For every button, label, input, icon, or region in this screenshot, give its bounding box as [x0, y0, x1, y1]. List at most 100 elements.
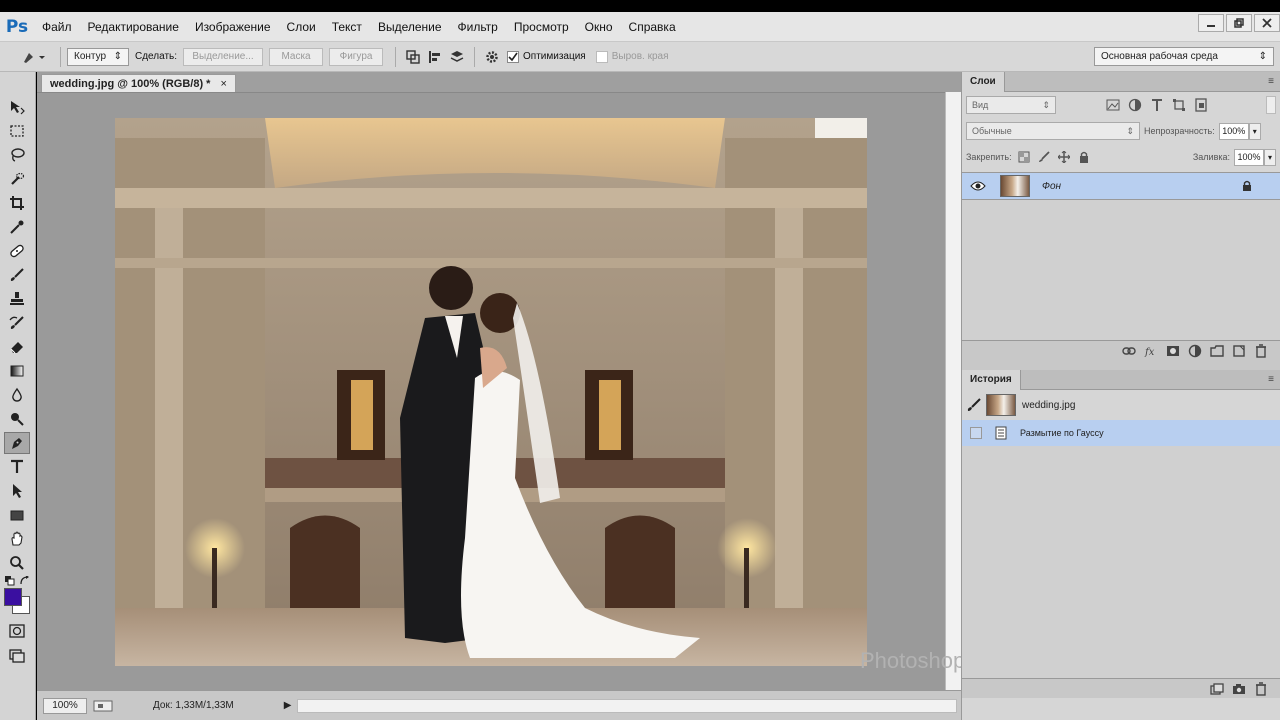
document-title: wedding.jpg @ 100% (RGB/8) *: [50, 77, 211, 90]
make-mask-button[interactable]: Маска: [269, 47, 324, 66]
delete-state-button[interactable]: [1250, 680, 1272, 698]
menu-layer[interactable]: Слои: [279, 12, 324, 42]
history-step-checkbox[interactable]: [970, 427, 982, 439]
type-tool[interactable]: [4, 456, 30, 478]
menu-help[interactable]: Справка: [621, 12, 684, 42]
menu-select[interactable]: Выделение: [370, 12, 450, 42]
align-edges-checkbox[interactable]: [595, 50, 608, 63]
menu-view[interactable]: Просмотр: [506, 12, 577, 42]
marquee-tool[interactable]: [4, 120, 30, 142]
close-document-icon[interactable]: ×: [220, 78, 226, 90]
path-arrangement-button[interactable]: [446, 46, 468, 68]
layer-style-button[interactable]: fx: [1140, 342, 1162, 360]
geometry-options-button[interactable]: [481, 46, 503, 68]
restore-button[interactable]: [1226, 14, 1252, 32]
checkmark-icon: [508, 52, 518, 61]
adjustment-layer-button[interactable]: [1184, 342, 1206, 360]
menu-window[interactable]: Окно: [577, 12, 621, 42]
type-filter-icon[interactable]: [1150, 98, 1164, 112]
workspace-select[interactable]: Основная рабочая среда ⇕: [1094, 47, 1274, 66]
smart-object-filter-icon[interactable]: [1194, 98, 1208, 112]
lasso-tool[interactable]: [4, 144, 30, 166]
healing-brush-tool[interactable]: [4, 240, 30, 262]
layer-row[interactable]: Фон: [962, 172, 1280, 200]
eye-icon[interactable]: [970, 180, 986, 192]
blur-tool[interactable]: [4, 384, 30, 406]
make-selection-button[interactable]: Выделение...: [183, 47, 264, 66]
menu-type[interactable]: Текст: [324, 12, 370, 42]
tab-layers[interactable]: Слои: [962, 71, 1005, 92]
tab-history[interactable]: История: [962, 369, 1021, 390]
panel-gap: [962, 360, 1280, 370]
default-colors-icon[interactable]: [5, 576, 15, 586]
opacity-dropdown[interactable]: ▾: [1248, 122, 1261, 140]
history-step[interactable]: Размытие по Гауссу: [962, 420, 1280, 446]
path-operations-button[interactable]: [402, 46, 424, 68]
horizontal-scrollbar[interactable]: [297, 698, 957, 713]
screen-mode-button[interactable]: [4, 644, 30, 666]
lock-position-icon[interactable]: [1057, 151, 1070, 163]
status-menu-arrow-icon[interactable]: ▶: [284, 700, 292, 711]
foreground-color-swatch[interactable]: [4, 588, 22, 606]
layer-filter-select[interactable]: Вид ⇕: [966, 96, 1056, 114]
dodge-tool[interactable]: [4, 408, 30, 430]
select-arrows-icon: ⇕: [113, 51, 122, 62]
opacity-field[interactable]: 100%: [1218, 122, 1249, 140]
move-tool[interactable]: [4, 96, 30, 118]
layer-name[interactable]: Фон: [1042, 181, 1061, 192]
close-button[interactable]: [1254, 14, 1280, 32]
history-brush-tool[interactable]: [4, 312, 30, 334]
canvas[interactable]: [37, 92, 945, 690]
pen-tool[interactable]: [4, 432, 30, 454]
optimize-checkbox[interactable]: [507, 50, 520, 63]
quick-mask-button[interactable]: [4, 620, 30, 642]
vertical-scrollbar[interactable]: [945, 92, 961, 690]
path-selection-tool[interactable]: [4, 480, 30, 502]
panel-menu-icon[interactable]: ≡: [1268, 76, 1274, 87]
adjustment-filter-icon[interactable]: [1128, 98, 1142, 112]
path-alignment-button[interactable]: [424, 46, 446, 68]
tool-preset-picker[interactable]: [14, 45, 54, 69]
new-group-button[interactable]: [1206, 342, 1228, 360]
menu-edit[interactable]: Редактирование: [80, 12, 187, 42]
lock-transparency-icon[interactable]: [1018, 151, 1030, 163]
menu-filter[interactable]: Фильтр: [450, 12, 506, 42]
swap-colors-icon[interactable]: [20, 576, 30, 586]
shape-filter-icon[interactable]: [1172, 98, 1186, 112]
blend-mode-select[interactable]: Обычные ⇕: [966, 122, 1140, 140]
minimize-button[interactable]: [1198, 14, 1224, 32]
brush-tool[interactable]: [4, 264, 30, 286]
quick-selection-tool[interactable]: [4, 168, 30, 190]
gradient-tool[interactable]: [4, 360, 30, 382]
clone-stamp-tool[interactable]: [4, 288, 30, 310]
panel-menu-icon[interactable]: ≡: [1268, 374, 1274, 385]
lock-pixels-icon[interactable]: [1038, 151, 1050, 163]
separator: [395, 46, 397, 67]
new-snapshot-button[interactable]: [1228, 680, 1250, 698]
make-shape-button[interactable]: Фигура: [329, 47, 384, 66]
eraser-tool[interactable]: [4, 336, 30, 358]
fill-field[interactable]: 100%: [1234, 148, 1264, 166]
image-filter-icon[interactable]: [1106, 98, 1120, 112]
link-layers-button[interactable]: [1118, 342, 1140, 360]
lock-all-icon[interactable]: [1078, 151, 1090, 163]
new-layer-button[interactable]: [1228, 342, 1250, 360]
eyedropper-tool[interactable]: [4, 216, 30, 238]
delete-layer-button[interactable]: [1250, 342, 1272, 360]
lock-label: Закрепить:: [966, 152, 1012, 162]
hand-tool[interactable]: [4, 528, 30, 550]
filter-toggle[interactable]: [1266, 96, 1276, 114]
menu-image[interactable]: Изображение: [187, 12, 279, 42]
menu-file[interactable]: Файл: [34, 12, 80, 42]
crop-tool[interactable]: [4, 192, 30, 214]
history-snapshot[interactable]: wedding.jpg: [962, 390, 1280, 420]
document-tab[interactable]: wedding.jpg @ 100% (RGB/8) * ×: [41, 74, 236, 92]
zoom-field[interactable]: 100%: [43, 697, 87, 714]
zoom-tool[interactable]: [4, 552, 30, 574]
path-mode-select[interactable]: Контур ⇕: [67, 47, 129, 66]
new-document-from-state-button[interactable]: [1206, 680, 1228, 698]
fill-dropdown[interactable]: ▾: [1264, 148, 1276, 166]
rectangle-tool[interactable]: [4, 504, 30, 526]
add-mask-button[interactable]: [1162, 342, 1184, 360]
history-brush-source-icon[interactable]: [966, 398, 982, 412]
